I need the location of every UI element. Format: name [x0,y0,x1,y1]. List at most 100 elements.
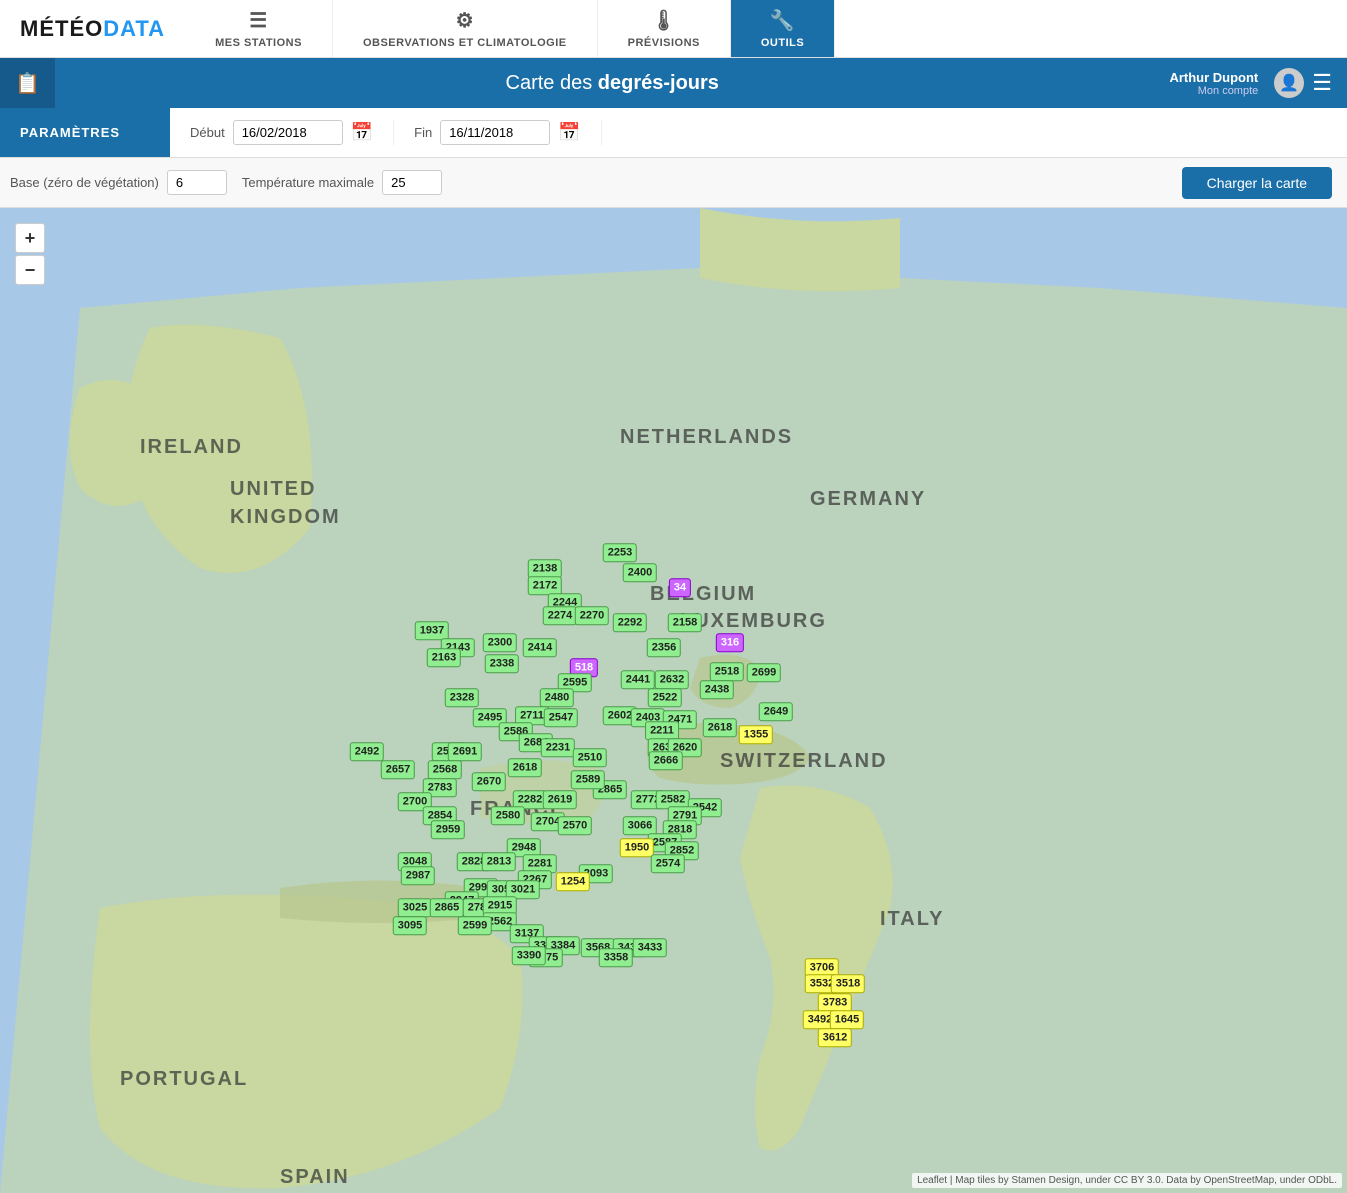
station-marker-m36[interactable]: 2618 [703,718,737,737]
page-header: 📋 Carte des degrés-jours Arthur Dupont M… [0,58,1347,108]
debut-label: Début [190,125,225,140]
debut-calendar-button[interactable]: 📅 [351,122,373,143]
outils-icon: 🔧 [770,8,795,33]
station-marker-m37[interactable]: 1355 [739,725,773,744]
station-marker-m52[interactable]: 2670 [472,772,506,791]
base-label: Base (zéro de végétation) [10,175,159,190]
station-marker-m109[interactable]: 3612 [818,1028,852,1047]
zoom-in-button[interactable]: + [15,223,45,253]
station-marker-m77[interactable]: 2813 [482,852,516,871]
stations-icon: ☰ [249,8,267,33]
user-name: Arthur Dupont [1169,70,1258,85]
station-marker-m10[interactable]: 2158 [668,613,702,632]
odbl-link: ODbL [1308,1175,1334,1186]
temp-label: Température maximale [242,175,374,190]
station-marker-m16[interactable]: 2414 [523,638,557,657]
leaflet-link: Leaflet [917,1175,947,1186]
charge-button[interactable]: Charger la carte [1182,167,1332,199]
map-container[interactable]: + − IRELANDUNITEDKINGDOMNETHERLANDSGERMA… [0,208,1347,1193]
params-bar: PARAMÈTRES Début 📅 Fin 📅 [0,108,1347,158]
station-marker-m22[interactable]: 2518 [710,662,744,681]
station-marker-m28[interactable]: 2328 [445,688,479,707]
station-marker-m20[interactable]: 2441 [621,670,655,689]
logo-meteo: MÉTÉODATA [20,16,165,42]
nav-item-stations[interactable]: ☰ MES STATIONS [185,0,333,57]
controls-bar: Base (zéro de végétation) Température ma… [0,158,1347,208]
station-marker-m87[interactable]: 3025 [398,898,432,917]
main-nav: ☰ MES STATIONS ⚙ OBSERVATIONS ET CLIMATO… [185,0,1347,57]
cc-link: CC BY 3.0 [1114,1175,1161,1186]
station-marker-m47[interactable]: 2691 [448,742,482,761]
station-marker-m26[interactable]: 2480 [540,688,574,707]
debut-section: Début 📅 [170,120,394,145]
station-marker-m17[interactable]: 2356 [647,638,681,657]
nav-item-observations[interactable]: ⚙ OBSERVATIONS ET CLIMATOLOGIE [333,0,598,57]
station-marker-m105[interactable]: 3518 [831,974,865,993]
station-marker-m11[interactable]: 316 [716,633,744,652]
station-marker-m41[interactable]: 2231 [541,738,575,757]
hamburger-button[interactable]: ☰ [1312,70,1332,96]
debut-input[interactable] [233,120,343,145]
station-marker-m45[interactable]: 2492 [350,742,384,761]
params-label: PARAMÈTRES [0,108,170,157]
header: MÉTÉODATA ☰ MES STATIONS ⚙ OBSERVATIONS … [0,0,1347,58]
station-marker-m80[interactable]: 2987 [401,866,435,885]
station-marker-m19[interactable]: 2338 [485,654,519,673]
station-marker-m57[interactable]: 2619 [543,790,577,809]
station-marker-m8[interactable]: 2270 [575,606,609,625]
station-marker-m64[interactable]: 2959 [431,820,465,839]
temp-input[interactable] [382,170,442,195]
nav-item-outils[interactable]: 🔧 OUTILS [731,0,835,57]
station-marker-m82[interactable]: 1254 [556,872,590,891]
station-marker-m88[interactable]: 2865 [430,898,464,917]
station-marker-m48[interactable]: 2510 [573,748,607,767]
station-marker-m67[interactable]: 2570 [558,816,592,835]
zoom-out-button[interactable]: − [15,255,45,285]
station-marker-m15[interactable]: 2300 [483,633,517,652]
station-marker-m102[interactable]: 3390 [512,946,546,965]
station-marker-m23[interactable]: 2438 [700,680,734,699]
station-marker-m51[interactable]: 2568 [428,760,462,779]
station-marker-m49[interactable]: 2618 [508,758,542,777]
station-marker-m74[interactable]: 2574 [651,854,685,873]
page-title-bold: degrés-jours [598,72,719,94]
station-marker-m14[interactable]: 2163 [427,648,461,667]
base-input[interactable] [167,170,227,195]
nav-label-observations: OBSERVATIONS ET CLIMATOLOGIE [363,37,567,49]
logo: MÉTÉODATA [0,0,185,57]
nav-label-stations: MES STATIONS [215,37,302,49]
temp-group: Température maximale [242,170,442,195]
page-header-icon: 📋 [0,58,55,108]
station-marker-m108[interactable]: 1645 [830,1010,864,1029]
nav-item-previsions[interactable]: 🌡 PRÉVISIONS [598,0,731,57]
station-marker-m21[interactable]: 2632 [655,670,689,689]
station-marker-m72[interactable]: 1950 [620,838,654,857]
station-marker-m65[interactable]: 2580 [491,806,525,825]
nav-label-outils: OUTILS [761,37,804,49]
station-marker-m44[interactable]: 2666 [649,751,683,770]
avatar[interactable]: 👤 [1274,68,1304,98]
fin-input[interactable] [440,120,550,145]
station-marker-m24[interactable]: 2699 [747,663,781,682]
station-marker-m54[interactable]: 2589 [571,770,605,789]
station-marker-m27[interactable]: 2522 [648,688,682,707]
nav-label-previsions: PRÉVISIONS [628,37,700,49]
station-marker-m7[interactable]: 2274 [543,606,577,625]
map-attribution: Leaflet | Map tiles by Stamen Design, un… [912,1173,1342,1188]
stamen-link: Stamen Design [1011,1175,1079,1186]
station-marker-m4[interactable]: 2400 [623,563,657,582]
station-marker-m100[interactable]: 3358 [599,948,633,967]
base-group: Base (zéro de végétation) [10,170,227,195]
station-marker-m1[interactable]: 2253 [603,543,637,562]
station-marker-m38[interactable]: 2649 [759,702,793,721]
station-marker-m93[interactable]: 2599 [458,916,492,935]
fin-calendar-button[interactable]: 📅 [558,122,580,143]
fin-section: Fin 📅 [394,120,601,145]
station-marker-m50[interactable]: 2657 [381,760,415,779]
station-marker-m31[interactable]: 2547 [544,708,578,727]
osm-link: OpenStreetMap [1204,1175,1275,1186]
station-marker-m99[interactable]: 3433 [633,938,667,957]
station-marker-m91[interactable]: 3095 [393,916,427,935]
station-marker-m9[interactable]: 2292 [613,613,647,632]
station-marker-m5[interactable]: 34 [669,578,691,597]
